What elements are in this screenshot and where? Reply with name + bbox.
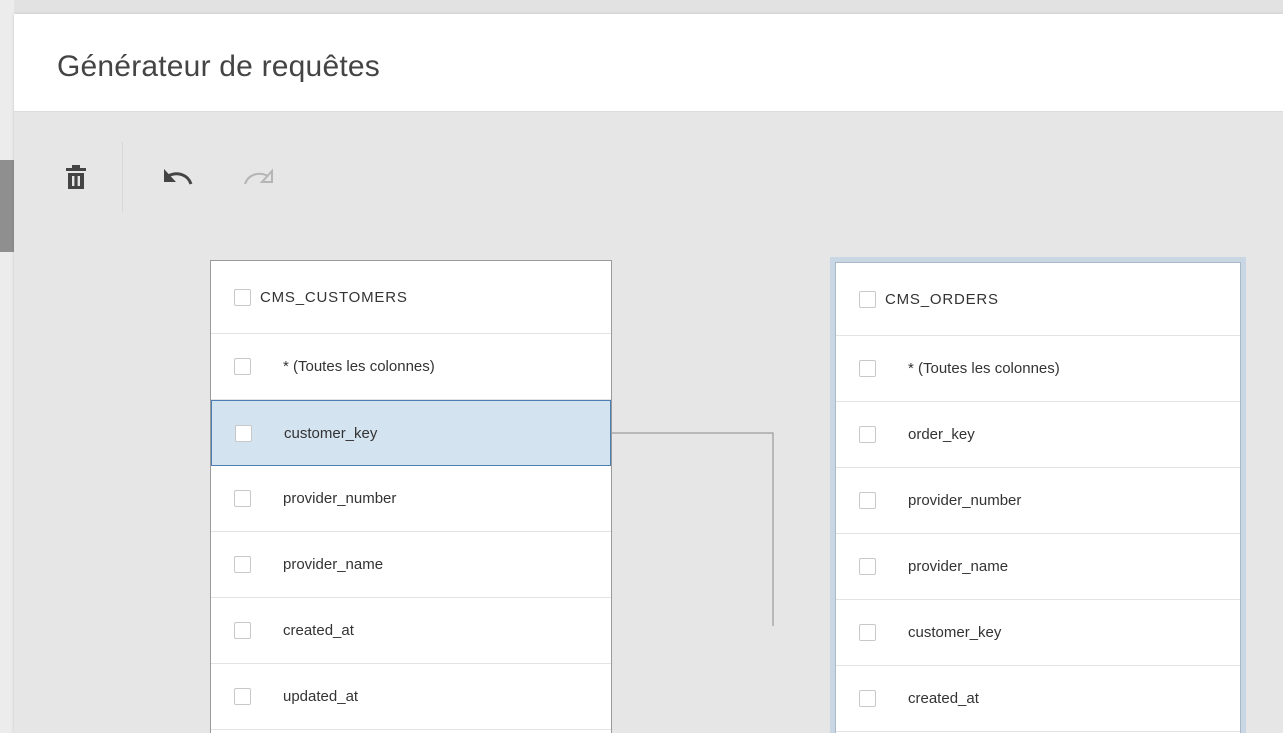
diagram-canvas[interactable]: CMS_CUSTOMERS * (Toutes les colonnes) cu… (14, 112, 1283, 733)
column-checkbox[interactable] (234, 622, 251, 639)
table-cms-customers[interactable]: CMS_CUSTOMERS * (Toutes les colonnes) cu… (210, 260, 612, 733)
column-row[interactable]: created_at (836, 666, 1240, 732)
column-label: customer_key (284, 424, 378, 442)
column-label: * (Toutes les colonnes) (283, 358, 435, 375)
column-label: provider_number (283, 490, 397, 507)
query-builder-dialog: Générateur de requêtes CMS_CUSTOMERS * (… (14, 14, 1283, 733)
column-label: provider_number (908, 492, 1022, 509)
column-checkbox[interactable] (859, 360, 876, 377)
column-row[interactable]: provider_number (836, 468, 1240, 534)
column-checkbox[interactable] (234, 556, 251, 573)
table-name: CMS_ORDERS (885, 290, 999, 308)
backdrop-top (14, 0, 1283, 14)
column-checkbox[interactable] (859, 558, 876, 575)
backdrop-left (0, 0, 14, 733)
column-row[interactable]: created_at (211, 598, 611, 664)
column-checkbox[interactable] (859, 426, 876, 443)
column-label: created_at (908, 690, 979, 707)
table-header: CMS_ORDERS (836, 263, 1240, 336)
column-row[interactable]: provider_name (836, 534, 1240, 600)
column-checkbox[interactable] (859, 624, 876, 641)
column-row[interactable]: provider_number (211, 466, 611, 532)
table-name: CMS_CUSTOMERS (260, 288, 408, 306)
backdrop-strip (0, 160, 14, 252)
column-label: provider_name (283, 556, 384, 573)
column-row[interactable]: updated_at (211, 664, 611, 730)
column-label: customer_key (908, 624, 1002, 641)
table-checkbox[interactable] (234, 288, 251, 306)
column-checkbox[interactable] (234, 490, 251, 507)
column-row[interactable]: order_key (836, 402, 1240, 468)
table-header: CMS_CUSTOMERS (211, 261, 611, 334)
column-row[interactable]: provider_name (211, 532, 611, 598)
column-checkbox[interactable] (235, 424, 252, 442)
table-checkbox[interactable] (859, 290, 876, 308)
dialog-header: Générateur de requêtes (14, 14, 1283, 112)
column-checkbox[interactable] (859, 492, 876, 509)
column-row[interactable]: * (Toutes les colonnes) (836, 336, 1240, 402)
column-checkbox[interactable] (859, 690, 876, 707)
dialog-title: Générateur de requêtes (57, 50, 380, 83)
column-checkbox[interactable] (234, 688, 251, 705)
column-label: order_key (908, 426, 975, 443)
column-label: created_at (283, 622, 354, 639)
column-label: provider_name (908, 558, 1009, 575)
table-cms-orders[interactable]: CMS_ORDERS * (Toutes les colonnes) order… (830, 257, 1246, 733)
column-row[interactable]: * (Toutes les colonnes) (211, 334, 611, 400)
column-label: updated_at (283, 688, 359, 705)
column-label: * (Toutes les colonnes) (908, 360, 1060, 377)
column-row[interactable]: customer_key (836, 600, 1240, 666)
column-row[interactable]: customer_key (211, 400, 611, 466)
column-checkbox[interactable] (234, 358, 251, 375)
